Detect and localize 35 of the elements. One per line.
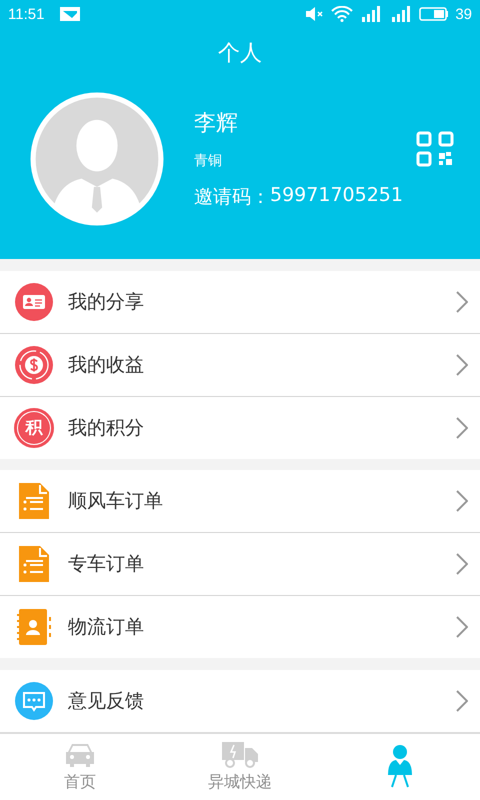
chevron-right-icon xyxy=(456,553,468,576)
mute-icon xyxy=(305,7,326,21)
chevron-right-icon xyxy=(456,416,468,438)
page-title: 个人 xyxy=(217,40,263,68)
menu-item[interactable]: 专车订单 xyxy=(0,533,480,596)
menu-item[interactable]: 顺风车订单 xyxy=(0,470,480,534)
battery-icon xyxy=(419,7,450,21)
menu-item[interactable]: 我的收益 xyxy=(0,334,480,396)
dollar-icon xyxy=(14,344,54,384)
menu-item[interactable]: 我的分享 xyxy=(0,270,480,334)
points-icon: 积 xyxy=(14,408,54,448)
wifi-icon xyxy=(331,6,354,22)
invite-label: 邀请码： xyxy=(194,185,270,210)
user-name: 李辉 xyxy=(194,110,238,138)
person-icon xyxy=(385,745,415,790)
chevron-right-icon xyxy=(456,690,468,712)
user-level: 青铜 xyxy=(194,152,222,170)
chat-icon xyxy=(14,681,54,722)
contact-book-icon xyxy=(14,607,54,648)
menu-item[interactable]: 积 我的积分 xyxy=(0,396,480,458)
qr-code-icon[interactable] xyxy=(416,131,454,167)
menu-item[interactable]: 物流订单 xyxy=(0,596,480,658)
truck-icon xyxy=(222,742,258,768)
menu-item[interactable]: 意见反馈 xyxy=(0,670,480,732)
chevron-right-icon xyxy=(456,290,468,312)
car-icon xyxy=(64,742,96,768)
avatar-icon xyxy=(30,92,164,226)
chevron-right-icon xyxy=(456,354,468,376)
battery-level: 39 xyxy=(455,6,472,22)
image-icon xyxy=(60,7,80,21)
id-card-icon xyxy=(14,282,54,322)
chevron-right-icon xyxy=(456,490,468,512)
status-time: 11:51 xyxy=(8,6,44,22)
chevron-right-icon xyxy=(456,616,468,638)
invite-code: 59971705251 xyxy=(270,184,403,208)
